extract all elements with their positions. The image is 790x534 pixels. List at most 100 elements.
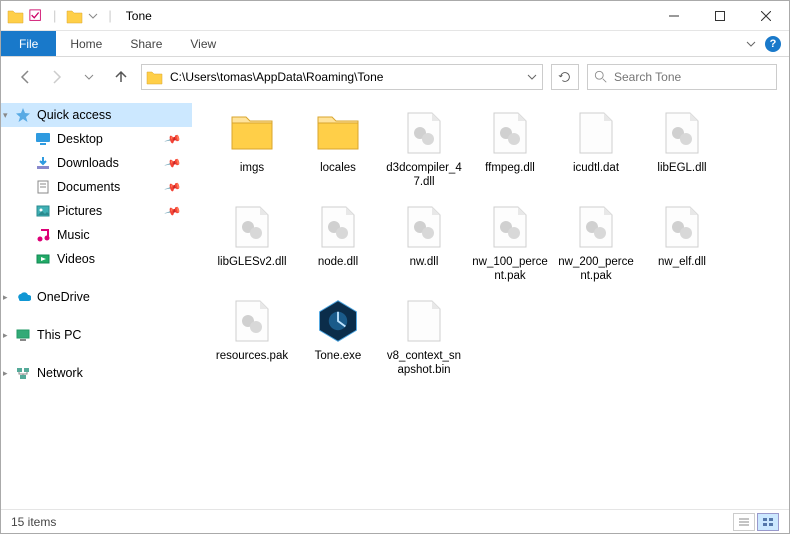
pin-icon: 📌 bbox=[164, 178, 182, 196]
recent-dropdown[interactable] bbox=[77, 65, 101, 89]
pin-icon: 📌 bbox=[164, 202, 182, 220]
file-item[interactable]: d3dcompiler_47.dll bbox=[383, 109, 465, 189]
icons-view-button[interactable] bbox=[757, 513, 779, 531]
sidebar-item-label: Videos bbox=[57, 252, 95, 266]
address-bar[interactable] bbox=[141, 64, 543, 90]
file-name: icudtl.dat bbox=[573, 161, 619, 175]
sidebar-item-downloads[interactable]: Downloads📌 bbox=[1, 151, 192, 175]
documents-icon bbox=[35, 179, 51, 195]
ribbon-expand-icon[interactable] bbox=[745, 38, 757, 50]
file-item[interactable]: Tone.exe bbox=[297, 297, 379, 377]
file-name: libGLESv2.dll bbox=[217, 255, 286, 269]
file-item[interactable]: node.dll bbox=[297, 203, 379, 283]
search-box[interactable] bbox=[587, 64, 777, 90]
quick-access-toolbar: | | Tone bbox=[1, 7, 152, 25]
sidebar-item-desktop[interactable]: Desktop📌 bbox=[1, 127, 192, 151]
onedrive-icon bbox=[15, 289, 31, 305]
close-button[interactable] bbox=[743, 1, 789, 31]
pictures-icon bbox=[35, 203, 51, 219]
pak-icon bbox=[572, 203, 620, 251]
nav-row bbox=[1, 57, 789, 97]
search-icon bbox=[594, 70, 608, 84]
tab-home[interactable]: Home bbox=[56, 31, 116, 56]
qat-divider: | bbox=[53, 8, 56, 23]
help-button[interactable]: ? bbox=[765, 36, 781, 52]
tab-view[interactable]: View bbox=[176, 31, 230, 56]
file-item[interactable]: libGLESv2.dll bbox=[211, 203, 293, 283]
file-name: ffmpeg.dll bbox=[485, 161, 535, 175]
file-item[interactable]: v8_context_snapshot.bin bbox=[383, 297, 465, 377]
file-item[interactable]: nw.dll bbox=[383, 203, 465, 283]
music-icon bbox=[35, 227, 51, 243]
file-item[interactable]: locales bbox=[297, 109, 379, 189]
refresh-button[interactable] bbox=[551, 64, 579, 90]
exe-icon bbox=[314, 297, 362, 345]
file-view[interactable]: imgs localesd3dcompiler_47.dll ffmpeg.dll i… bbox=[193, 97, 789, 509]
sidebar-item-label: Documents bbox=[57, 180, 120, 194]
bin-icon bbox=[400, 297, 448, 345]
sidebar-this-pc[interactable]: ▸ This PC bbox=[1, 323, 192, 347]
sidebar-quick-access[interactable]: ▾ Quick access bbox=[1, 103, 192, 127]
sidebar-onedrive[interactable]: ▸ OneDrive bbox=[1, 285, 192, 309]
titlebar: | | Tone bbox=[1, 1, 789, 31]
back-button[interactable] bbox=[13, 65, 37, 89]
sidebar-network[interactable]: ▸ Network bbox=[1, 361, 192, 385]
maximize-button[interactable] bbox=[697, 1, 743, 31]
file-name: nw.dll bbox=[410, 255, 439, 269]
up-button[interactable] bbox=[109, 65, 133, 89]
file-name: imgs bbox=[240, 161, 264, 175]
chevron-right-icon[interactable]: ▸ bbox=[3, 368, 8, 379]
dll-icon bbox=[400, 109, 448, 157]
file-item[interactable]: ffmpeg.dll bbox=[469, 109, 551, 189]
dll-icon bbox=[314, 203, 362, 251]
file-name: v8_context_snapshot.bin bbox=[385, 349, 463, 377]
search-input[interactable] bbox=[614, 70, 770, 84]
file-tab[interactable]: File bbox=[1, 31, 56, 56]
file-item[interactable]: nw_100_percent.pak bbox=[469, 203, 551, 283]
sidebar-item-videos[interactable]: Videos bbox=[1, 247, 192, 271]
minimize-button[interactable] bbox=[651, 1, 697, 31]
sidebar-item-pictures[interactable]: Pictures📌 bbox=[1, 199, 192, 223]
file-item[interactable]: icudtl.dat bbox=[555, 109, 637, 189]
tab-share[interactable]: Share bbox=[116, 31, 176, 56]
file-name: d3dcompiler_47.dll bbox=[385, 161, 463, 189]
folder-icon bbox=[146, 68, 164, 86]
chevron-down-icon[interactable] bbox=[88, 11, 98, 21]
details-view-button[interactable] bbox=[733, 513, 755, 531]
chevron-right-icon[interactable]: ▸ bbox=[3, 330, 8, 341]
folder-icon[interactable] bbox=[66, 7, 84, 25]
file-item[interactable]: nw_elf.dll bbox=[641, 203, 723, 283]
address-input[interactable] bbox=[168, 70, 520, 84]
address-dropdown[interactable] bbox=[520, 72, 542, 82]
status-bar: 15 items bbox=[1, 509, 789, 533]
pak-icon bbox=[486, 203, 534, 251]
dll-icon bbox=[658, 203, 706, 251]
file-name: nw_100_percent.pak bbox=[471, 255, 549, 283]
file-name: libEGL.dll bbox=[657, 161, 706, 175]
dll-icon bbox=[486, 109, 534, 157]
file-name: nw_200_percent.pak bbox=[557, 255, 635, 283]
item-count: 15 items bbox=[11, 515, 56, 529]
qat-divider: | bbox=[108, 8, 111, 23]
window-title: Tone bbox=[126, 9, 152, 23]
sidebar-item-label: Downloads bbox=[57, 156, 119, 170]
sidebar-item-documents[interactable]: Documents 📌 bbox=[1, 175, 192, 199]
forward-button[interactable] bbox=[45, 65, 69, 89]
file-item[interactable]: nw_200_percent.pak bbox=[555, 203, 637, 283]
sidebar-item-label: Network bbox=[37, 366, 83, 380]
chevron-down-icon[interactable]: ▾ bbox=[3, 110, 8, 121]
file-name: resources.pak bbox=[216, 349, 288, 363]
dll-icon bbox=[228, 203, 276, 251]
downloads-icon bbox=[35, 155, 51, 171]
file-item[interactable]: imgs bbox=[211, 109, 293, 189]
dll-icon bbox=[658, 109, 706, 157]
nav-pane: ▾ Quick access Desktop📌Downloads📌Documen… bbox=[1, 97, 193, 509]
chevron-right-icon[interactable]: ▸ bbox=[3, 292, 8, 303]
file-item[interactable]: libEGL.dll bbox=[641, 109, 723, 189]
sidebar-item-music[interactable]: Music bbox=[1, 223, 192, 247]
folder-icon bbox=[7, 7, 25, 25]
videos-icon bbox=[35, 251, 51, 267]
file-item[interactable]: resources.pak bbox=[211, 297, 293, 377]
checkbox-icon[interactable] bbox=[29, 9, 43, 23]
pak-icon bbox=[228, 297, 276, 345]
